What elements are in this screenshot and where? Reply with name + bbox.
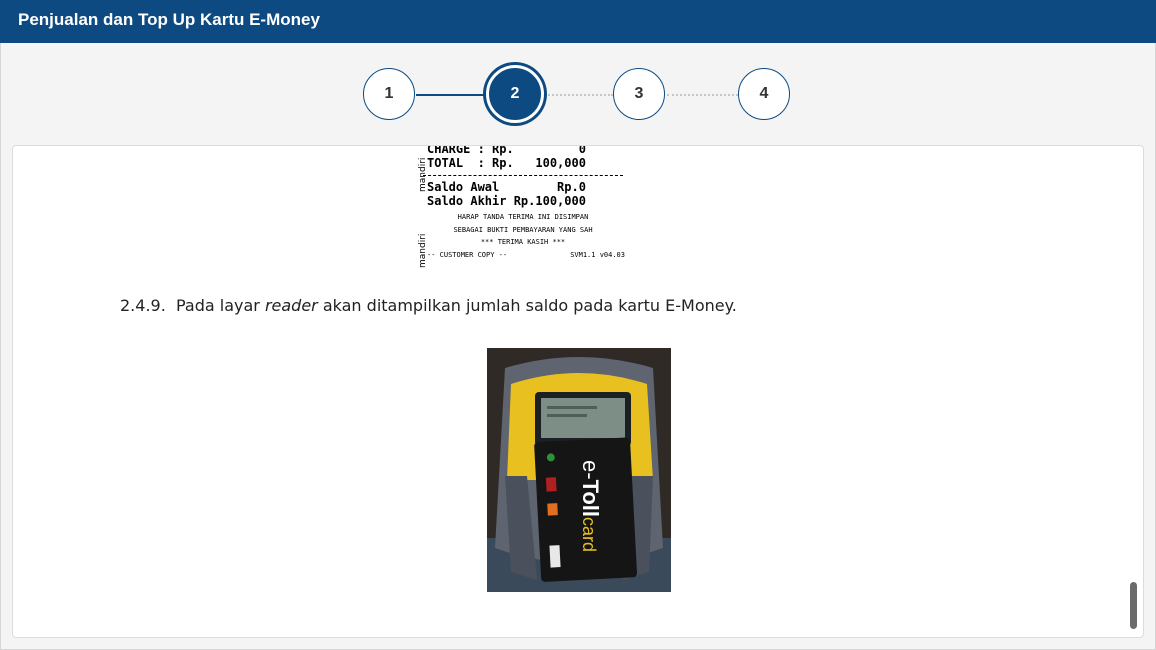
receipt-brand-bottom: mandiri: [418, 233, 428, 268]
step-2[interactable]: 2: [486, 65, 544, 123]
card-reader-photo: e-Tollcard: [487, 348, 671, 592]
step-3[interactable]: 3: [613, 68, 665, 120]
card-reader-illustration: e-Tollcard: [487, 348, 671, 592]
instruction-text: 2.4.9. Pada layar reader akan ditampilka…: [120, 296, 737, 315]
card-brand-main: Toll: [578, 480, 603, 517]
step-connector-2-3: [545, 94, 613, 96]
card-brand-prefix: e-: [578, 460, 603, 480]
receipt-divider: [423, 175, 623, 176]
instruction-step-number: 2.4.9.: [120, 296, 166, 315]
progress-stepper: 1 2 3 4: [0, 65, 1156, 124]
receipt-charge-line: CHARGE : Rp. 0: [427, 145, 586, 156]
receipt-note-3: *** TERIMA KASIH ***: [480, 238, 566, 246]
receipt-total-line: TOTAL : Rp. 100,000: [427, 156, 586, 170]
scrollbar-thumb[interactable]: [1130, 582, 1137, 629]
page-title: Penjualan dan Top Up Kartu E-Money: [18, 10, 320, 29]
content-panel: CHARGE : Rp. 0 TOTAL : Rp. 100,000 Saldo…: [12, 145, 1144, 638]
step-3-label: 3: [634, 85, 644, 102]
receipt-note-2: SEBAGAI BUKTI PEMBAYARAN YANG SAH: [453, 226, 593, 234]
receipt-image: CHARGE : Rp. 0 TOTAL : Rp. 100,000 Saldo…: [417, 146, 629, 268]
step-connector-1-2: [416, 94, 490, 96]
instruction-italic: reader: [264, 296, 318, 315]
receipt-footer-left: -- CUSTOMER COPY --: [427, 251, 508, 259]
receipt-brand-top: mandiri: [418, 157, 428, 192]
step-2-label: 2: [510, 85, 520, 102]
instruction-before: Pada layar: [175, 296, 265, 315]
receipt-saldo-awal-line: Saldo Awal Rp.0: [427, 180, 586, 194]
step-4[interactable]: 4: [738, 68, 790, 120]
step-connector-3-4: [667, 94, 738, 96]
receipt-note-1: HARAP TANDA TERIMA INI DISIMPAN: [457, 213, 589, 221]
step-1-label: 1: [384, 85, 394, 102]
step-4-label: 4: [759, 85, 769, 102]
receipt-saldo-akhir-line: Saldo Akhir Rp.100,000: [427, 194, 586, 208]
step-1[interactable]: 1: [363, 68, 415, 120]
card-brand-text: e-Tollcard: [578, 460, 603, 552]
card-brand-suffix: card: [579, 517, 599, 552]
receipt-footer-right: SVM1.1 v04.03: [570, 251, 625, 259]
title-bar: Penjualan dan Top Up Kartu E-Money: [0, 0, 1156, 43]
instruction-after: akan ditampilkan jumlah saldo pada kartu…: [317, 296, 737, 315]
